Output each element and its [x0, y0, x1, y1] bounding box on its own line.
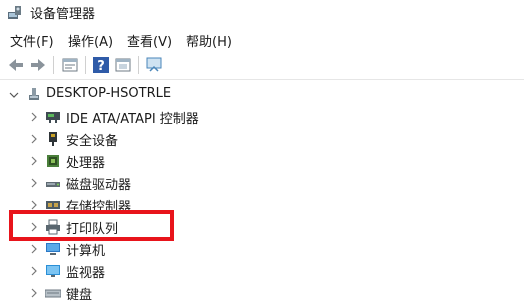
toolbar-separator [53, 56, 54, 74]
keyboard-icon [45, 289, 61, 298]
chevron-right-icon[interactable] [29, 178, 39, 188]
tree-item-security[interactable]: 安全设备 [0, 128, 524, 150]
tree-item-monitor[interactable]: 监视器 [0, 260, 524, 282]
computer-icon [46, 243, 60, 255]
tree-item-label: 处理器 [66, 156, 106, 171]
processor-icon [47, 155, 59, 167]
device-tree: DESKTOP-HSOTRLE IDE ATA/ATAPI 控制器 安全设备 处… [0, 80, 524, 304]
tree-item-disk[interactable]: 磁盘驱动器 [0, 172, 524, 194]
toolbar-separator [85, 56, 86, 74]
help-icon[interactable]: ? [91, 55, 111, 75]
view-icon[interactable] [113, 55, 133, 75]
toolbar-separator [138, 56, 139, 74]
menu-file[interactable]: 文件(F) [10, 31, 54, 50]
title-bar: 设备管理器 [0, 0, 524, 26]
tree-item-label: 监视器 [66, 266, 106, 281]
chevron-right-icon[interactable] [29, 156, 39, 166]
tree-root-label: DESKTOP-HSOTRLE [46, 86, 172, 101]
monitor-icon[interactable] [144, 55, 164, 75]
tree-root[interactable]: DESKTOP-HSOTRLE [0, 84, 524, 106]
monitor-icon [46, 265, 60, 277]
svg-text:?: ? [97, 59, 105, 74]
chevron-right-icon[interactable] [29, 288, 39, 298]
tree-item-keyboard[interactable]: 键盘 [0, 282, 524, 304]
chevron-right-icon[interactable] [29, 244, 39, 254]
window-title: 设备管理器 [30, 7, 96, 22]
menu-help[interactable]: 帮助(H) [186, 31, 232, 50]
highlight-box [9, 210, 174, 241]
chevron-right-icon[interactable] [29, 266, 39, 276]
tree-item-label: 磁盘驱动器 [66, 178, 132, 193]
menu-bar: 文件(F) 操作(A) 查看(V) 帮助(H) [0, 28, 524, 50]
toolbar: ? [0, 52, 524, 78]
tree-item-ide[interactable]: IDE ATA/ATAPI 控制器 [0, 106, 524, 128]
chevron-down-icon[interactable] [9, 90, 19, 100]
tree-item-label: 计算机 [66, 244, 106, 259]
tree-item-label: 键盘 [66, 288, 93, 303]
tree-item-processor[interactable]: 处理器 [0, 150, 524, 172]
menu-view[interactable]: 查看(V) [127, 31, 172, 50]
back-arrow-icon[interactable] [6, 55, 26, 75]
properties-icon[interactable] [60, 55, 80, 75]
tree-item-label: 安全设备 [66, 134, 119, 149]
chevron-right-icon[interactable] [29, 112, 39, 122]
tree-item-computer[interactable]: 计算机 [0, 238, 524, 260]
ide-controller-icon [46, 112, 60, 123]
security-device-icon [49, 132, 57, 146]
device-manager-icon [8, 6, 21, 19]
chevron-right-icon[interactable] [29, 200, 39, 210]
forward-arrow-icon[interactable] [28, 55, 48, 75]
computer-tower-icon [29, 88, 39, 100]
tree-item-label: IDE ATA/ATAPI 控制器 [66, 112, 199, 127]
disk-drive-icon [46, 182, 60, 187]
chevron-right-icon[interactable] [29, 134, 39, 144]
menu-action[interactable]: 操作(A) [68, 31, 113, 50]
